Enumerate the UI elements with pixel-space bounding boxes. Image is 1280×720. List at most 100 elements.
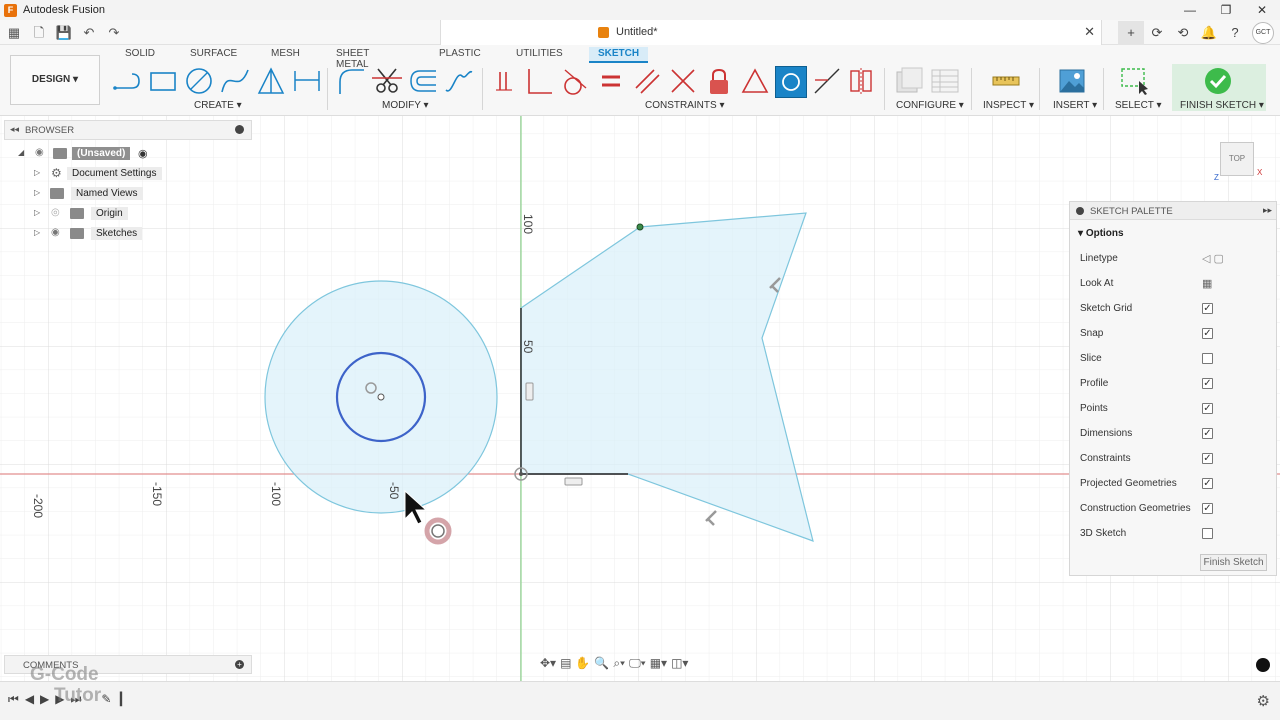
grid-settings-icon[interactable]: ▦▾ (650, 656, 667, 670)
vertical-constraint-glyph[interactable] (525, 382, 534, 401)
coincident-constraint-icon[interactable] (490, 66, 520, 96)
construction-linetype-icon[interactable]: ◁ ▢ (1202, 252, 1224, 265)
hidden-eye-icon[interactable]: ◎ (51, 207, 60, 218)
collapse-icon[interactable]: ◂◂ (10, 124, 19, 135)
collapse-triangle-icon[interactable]: ◢ (18, 148, 24, 157)
look-at-icon[interactable]: ▦ (1202, 277, 1212, 290)
zoom-icon[interactable]: 🔍 (594, 656, 609, 670)
measure-ruler-icon[interactable] (991, 66, 1021, 96)
perpendicular-constraint-icon[interactable] (524, 66, 554, 96)
add-comment-icon[interactable]: + (235, 660, 244, 669)
help-icon[interactable]: ? (1222, 21, 1248, 45)
tab-sketch[interactable]: SKETCH (589, 47, 649, 63)
visibility-eye-icon[interactable]: ◉ (35, 147, 44, 158)
viewports-icon[interactable]: ◫▾ (671, 656, 688, 670)
insert-image-icon[interactable] (1057, 66, 1087, 96)
dimensions-checkbox[interactable]: ✓ (1202, 428, 1213, 439)
document-tab[interactable]: Untitled* ✕ (440, 20, 1102, 45)
origin-point[interactable] (519, 472, 523, 476)
timeline-settings-gear-icon[interactable]: ⚙ (1257, 692, 1270, 710)
new-tab-button[interactable]: + (1118, 21, 1144, 45)
file-menu-icon[interactable]: 🗋 (28, 22, 50, 44)
zoom-window-icon[interactable]: ⌕▾ (613, 656, 625, 671)
finish-sketch-check-icon[interactable] (1203, 66, 1233, 96)
configure-group-label[interactable]: CONFIGURE ▾ (896, 100, 964, 111)
fix-lock-icon[interactable] (704, 66, 734, 96)
concentric-constraint-selected[interactable] (775, 66, 807, 98)
look-at-icon[interactable]: ▤ (560, 656, 571, 670)
midpoint-constraint-icon[interactable] (668, 66, 698, 96)
browser-item-document-settings[interactable]: ▷ ⚙ Document Settings (34, 165, 164, 183)
expand-triangle-icon[interactable]: ▷ (34, 208, 40, 217)
construction-geometries-checkbox[interactable]: ✓ (1202, 503, 1213, 514)
timeline-marker-icon[interactable]: ┃ (117, 692, 124, 707)
sketch-palette-header[interactable]: SKETCH PALETTE ▸▸ (1070, 202, 1276, 220)
slice-checkbox[interactable] (1202, 353, 1213, 364)
browser-pin-icon[interactable] (235, 125, 244, 134)
redo-icon[interactable]: ↷ (103, 22, 125, 44)
restore-button[interactable]: ❐ (1208, 0, 1244, 20)
arc-tool-icon[interactable] (220, 66, 250, 96)
line-tool-icon[interactable] (112, 66, 142, 96)
horizontal-constraint-glyph[interactable] (564, 477, 583, 486)
sketch-point[interactable] (636, 223, 644, 231)
tab-mesh[interactable]: MESH (271, 48, 300, 59)
select-box-icon[interactable] (1119, 66, 1149, 96)
offset-tool-icon[interactable] (408, 66, 438, 96)
chat-bubble-icon[interactable] (1256, 658, 1270, 672)
display-settings-icon[interactable]: 🖵▾ (629, 656, 646, 671)
horizontal-vertical-constraint-icon[interactable] (846, 66, 876, 96)
parallel-constraint-icon[interactable] (632, 66, 662, 96)
visibility-eye-icon[interactable]: ◉ (51, 227, 60, 238)
dimension-tool-icon[interactable] (292, 66, 322, 96)
minimize-button[interactable]: — (1172, 0, 1208, 20)
tab-surface[interactable]: SURFACE (190, 48, 237, 59)
pan-hand-icon[interactable]: ✋ (575, 656, 590, 670)
timeline-start-icon[interactable]: ⏮ (8, 692, 19, 707)
configuration-table-icon[interactable] (930, 66, 960, 96)
sketch-grid-checkbox[interactable]: ✓ (1202, 303, 1213, 314)
save-icon[interactable]: 💾 (53, 22, 75, 44)
close-window-button[interactable]: ✕ (1244, 0, 1280, 20)
workspace-switcher-button[interactable]: DESIGN ▾ (10, 55, 100, 105)
expand-triangle-icon[interactable]: ▷ (34, 168, 40, 177)
tab-utilities[interactable]: UTILITIES (516, 48, 563, 59)
browser-item-named-views[interactable]: ▷ Named Views (34, 185, 164, 203)
close-tab-icon[interactable]: ✕ (1084, 24, 1095, 40)
browser-item-root[interactable]: ◢ ◉ (Unsaved) ◉ (18, 145, 158, 163)
tangent-constraint-icon[interactable] (558, 66, 588, 96)
constraints-checkbox[interactable]: ✓ (1202, 453, 1213, 464)
equal-constraint-icon[interactable] (596, 66, 626, 96)
orbit-icon[interactable]: ✥▾ (540, 656, 556, 670)
activate-radio-icon[interactable]: ◉ (138, 147, 148, 160)
extensions-icon[interactable]: ⟳ (1144, 21, 1170, 45)
center-point[interactable] (377, 393, 385, 401)
browser-panel-header[interactable]: ◂◂ BROWSER (4, 120, 252, 140)
browser-item-sketches[interactable]: ▷ ◉ Sketches (34, 225, 164, 243)
modify-group-label[interactable]: MODIFY ▾ (382, 100, 429, 111)
palette-pin-icon[interactable] (1076, 207, 1084, 215)
rectangle-tool-icon[interactable] (148, 66, 178, 96)
data-panel-grid-icon[interactable]: ▦ (3, 22, 25, 44)
fillet-tool-icon[interactable] (336, 66, 366, 96)
sketch-feature-icon[interactable]: ✎ (101, 692, 111, 707)
notifications-icon[interactable]: 🔔 (1196, 21, 1222, 45)
expand-panel-icon[interactable]: ▸▸ (1263, 205, 1272, 216)
finish-sketch-button[interactable]: Finish Sketch (1200, 554, 1267, 571)
inspect-group-label[interactable]: INSPECT ▾ (983, 100, 1034, 111)
viewcube[interactable]: TOP (1220, 142, 1254, 176)
create-group-label[interactable]: CREATE ▾ (194, 100, 242, 111)
insert-group-label[interactable]: INSERT ▾ (1053, 100, 1097, 111)
options-section-header[interactable]: ▾ Options (1078, 228, 1124, 239)
profile-checkbox[interactable]: ✓ (1202, 378, 1213, 389)
symmetry-triangle-icon[interactable] (740, 66, 770, 96)
circle-tool-icon[interactable] (184, 66, 214, 96)
spline-tool-icon[interactable] (444, 66, 474, 96)
snap-checkbox[interactable]: ✓ (1202, 328, 1213, 339)
job-status-icon[interactable]: ⟲ (1170, 21, 1196, 45)
tab-plastic[interactable]: PLASTIC (439, 48, 481, 59)
select-group-label[interactable]: SELECT ▾ (1115, 100, 1162, 111)
tab-solid[interactable]: SOLID (125, 48, 155, 59)
expand-triangle-icon[interactable]: ▷ (34, 228, 40, 237)
undo-icon[interactable]: ↶ (78, 22, 100, 44)
